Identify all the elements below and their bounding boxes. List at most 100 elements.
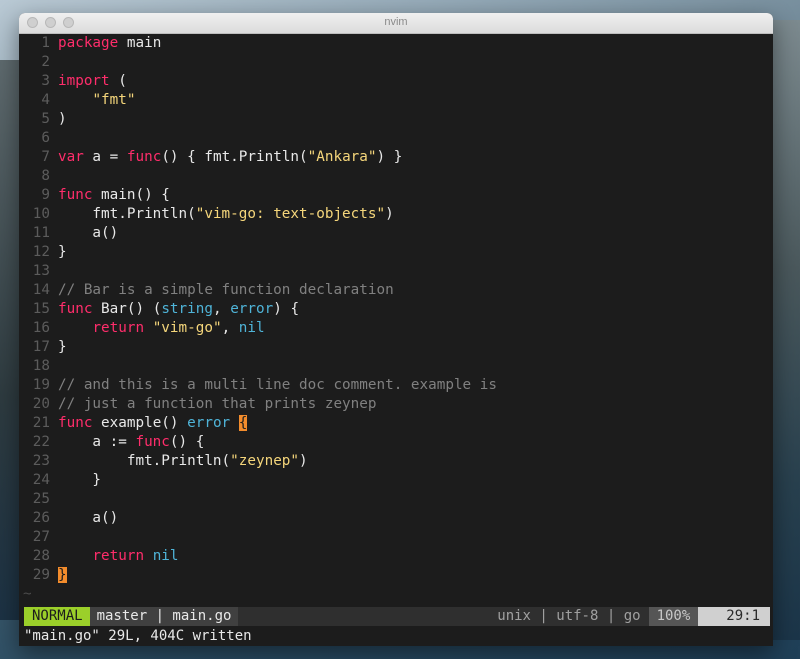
code-text: func Bar() (string, error) { [58, 301, 299, 317]
code-token: error [230, 301, 274, 317]
code-line[interactable]: 28 return nil [19, 547, 773, 566]
code-token: a() [58, 510, 119, 526]
code-line[interactable]: 27 [19, 528, 773, 547]
code-text: } [58, 472, 101, 488]
code-text: } [58, 567, 67, 583]
code-text: import ( [58, 73, 127, 89]
code-token: "Ankara" [307, 149, 377, 165]
code-line[interactable]: 3 import ( [19, 72, 773, 91]
window-titlebar[interactable]: nvim [19, 13, 773, 34]
statusline: NORMAL master | main.go unix | utf-8 | g… [24, 607, 770, 626]
code-line[interactable]: 12} [19, 243, 773, 262]
code-text: a() [58, 510, 118, 526]
code-line[interactable]: 26 a() [19, 509, 773, 528]
code-line[interactable]: 17} [19, 338, 773, 357]
line-number: 27 [32, 529, 50, 545]
code-token: ) [58, 111, 67, 127]
code-text: } [58, 339, 67, 355]
editor-buffer[interactable]: 1 package main 2 3 import (4 "fmt" 5) 6 7 var a … [19, 34, 773, 607]
code-token: var [58, 149, 84, 165]
code-line[interactable]: 16 return "vim-go", nil [19, 319, 773, 338]
code-line[interactable]: 19 // and this is a multi line doc commen… [19, 376, 773, 395]
code-text: return "vim-go", nil [58, 320, 265, 336]
code-line[interactable]: 8 [19, 167, 773, 186]
line-number: 29 [32, 567, 50, 583]
code-token: main() { [92, 187, 170, 203]
scroll-percent: 100% [648, 607, 699, 626]
code-token: a() [58, 225, 119, 241]
code-line[interactable]: 22 a := func() { [19, 433, 773, 452]
code-line[interactable]: 6 [19, 129, 773, 148]
code-token: func [58, 415, 93, 431]
code-line[interactable]: 20 // just a function that prints zeynep [19, 395, 773, 414]
code-text: a() [58, 225, 118, 241]
code-line[interactable]: 29} [19, 566, 773, 585]
line-number: 2 [41, 54, 50, 70]
code-text: } [58, 244, 67, 260]
code-line[interactable]: 25 [19, 490, 773, 509]
line-number: 26 [32, 510, 50, 526]
code-text: // Bar is a simple function declaration [58, 282, 394, 298]
code-token: nil [152, 548, 179, 564]
code-line[interactable]: 7 var a = func() { fmt.Println("Ankara") … [19, 148, 773, 167]
line-number: 1 [41, 35, 50, 51]
code-token: fmt.Println( [58, 453, 231, 469]
code-token: // and this is a multi line doc comment.… [58, 377, 497, 393]
code-token: a := [58, 434, 136, 450]
code-token: func [126, 149, 162, 165]
code-token: func [58, 301, 93, 317]
line-number: 4 [41, 92, 50, 108]
code-token: "vim-go: text-objects" [195, 206, 386, 222]
code-text: package main [58, 35, 161, 51]
code-token: ( [109, 73, 127, 89]
code-token: example() [92, 415, 188, 431]
code-token: "zeynep" [230, 453, 300, 469]
code-token: fmt.Println( [58, 206, 196, 222]
code-line[interactable]: 4 "fmt" [19, 91, 773, 110]
code-token: return [92, 548, 145, 564]
code-line[interactable]: 24 } [19, 471, 773, 490]
code-token: () { [169, 434, 205, 450]
code-token: Bar() ( [92, 301, 162, 317]
line-number: 17 [32, 339, 50, 355]
code-token: string [161, 301, 213, 317]
code-token: // Bar is a simple function declaration [58, 282, 394, 298]
code-token: main [118, 35, 162, 51]
code-token: // just a function that prints zeynep [58, 396, 377, 412]
code-token: a = [83, 149, 127, 165]
line-number: 20 [32, 396, 50, 412]
code-line[interactable]: 18 [19, 357, 773, 376]
code-line[interactable]: 14 // Bar is a simple function declaratio… [19, 281, 773, 300]
code-line[interactable]: 11 a() [19, 224, 773, 243]
cursor-block: { [238, 415, 248, 431]
file-format-info: unix | utf-8 | go [497, 608, 641, 624]
code-token: "vim-go" [152, 320, 222, 336]
line-number: 13 [32, 263, 50, 279]
code-line[interactable]: 9 func main() { [19, 186, 773, 205]
code-line[interactable]: 21 func example() error { [19, 414, 773, 433]
line-number: 15 [32, 301, 50, 317]
command-message-line[interactable]: "main.go" 29L, 404C written [24, 626, 773, 646]
line-number: 8 [41, 168, 50, 184]
nvim-window[interactable]: nvim 1 package main 2 3 import (4 "fmt" 5) 6 7 v… [19, 13, 773, 646]
cursor-position: 29:1 [698, 607, 770, 626]
code-line[interactable]: 13 [19, 262, 773, 281]
code-token: nil [238, 320, 265, 336]
code-text: // just a function that prints zeynep [58, 396, 376, 412]
code-line[interactable]: 5) [19, 110, 773, 129]
empty-line-marker: ~ [19, 585, 773, 604]
line-number: 10 [32, 206, 50, 222]
tilde-marker: ~ [23, 586, 32, 602]
line-number: 5 [41, 111, 50, 127]
code-line[interactable]: 23 fmt.Println("zeynep") [19, 452, 773, 471]
code-line[interactable]: 1 package main [19, 34, 773, 53]
cursor-block: } [58, 567, 67, 583]
code-token: ) [299, 453, 308, 469]
code-line[interactable]: 2 [19, 53, 773, 72]
code-line[interactable]: 10 fmt.Println("vim-go: text-objects") [19, 205, 773, 224]
code-token: ) { [273, 301, 300, 317]
code-line[interactable]: 15 func Bar() (string, error) { [19, 300, 773, 319]
